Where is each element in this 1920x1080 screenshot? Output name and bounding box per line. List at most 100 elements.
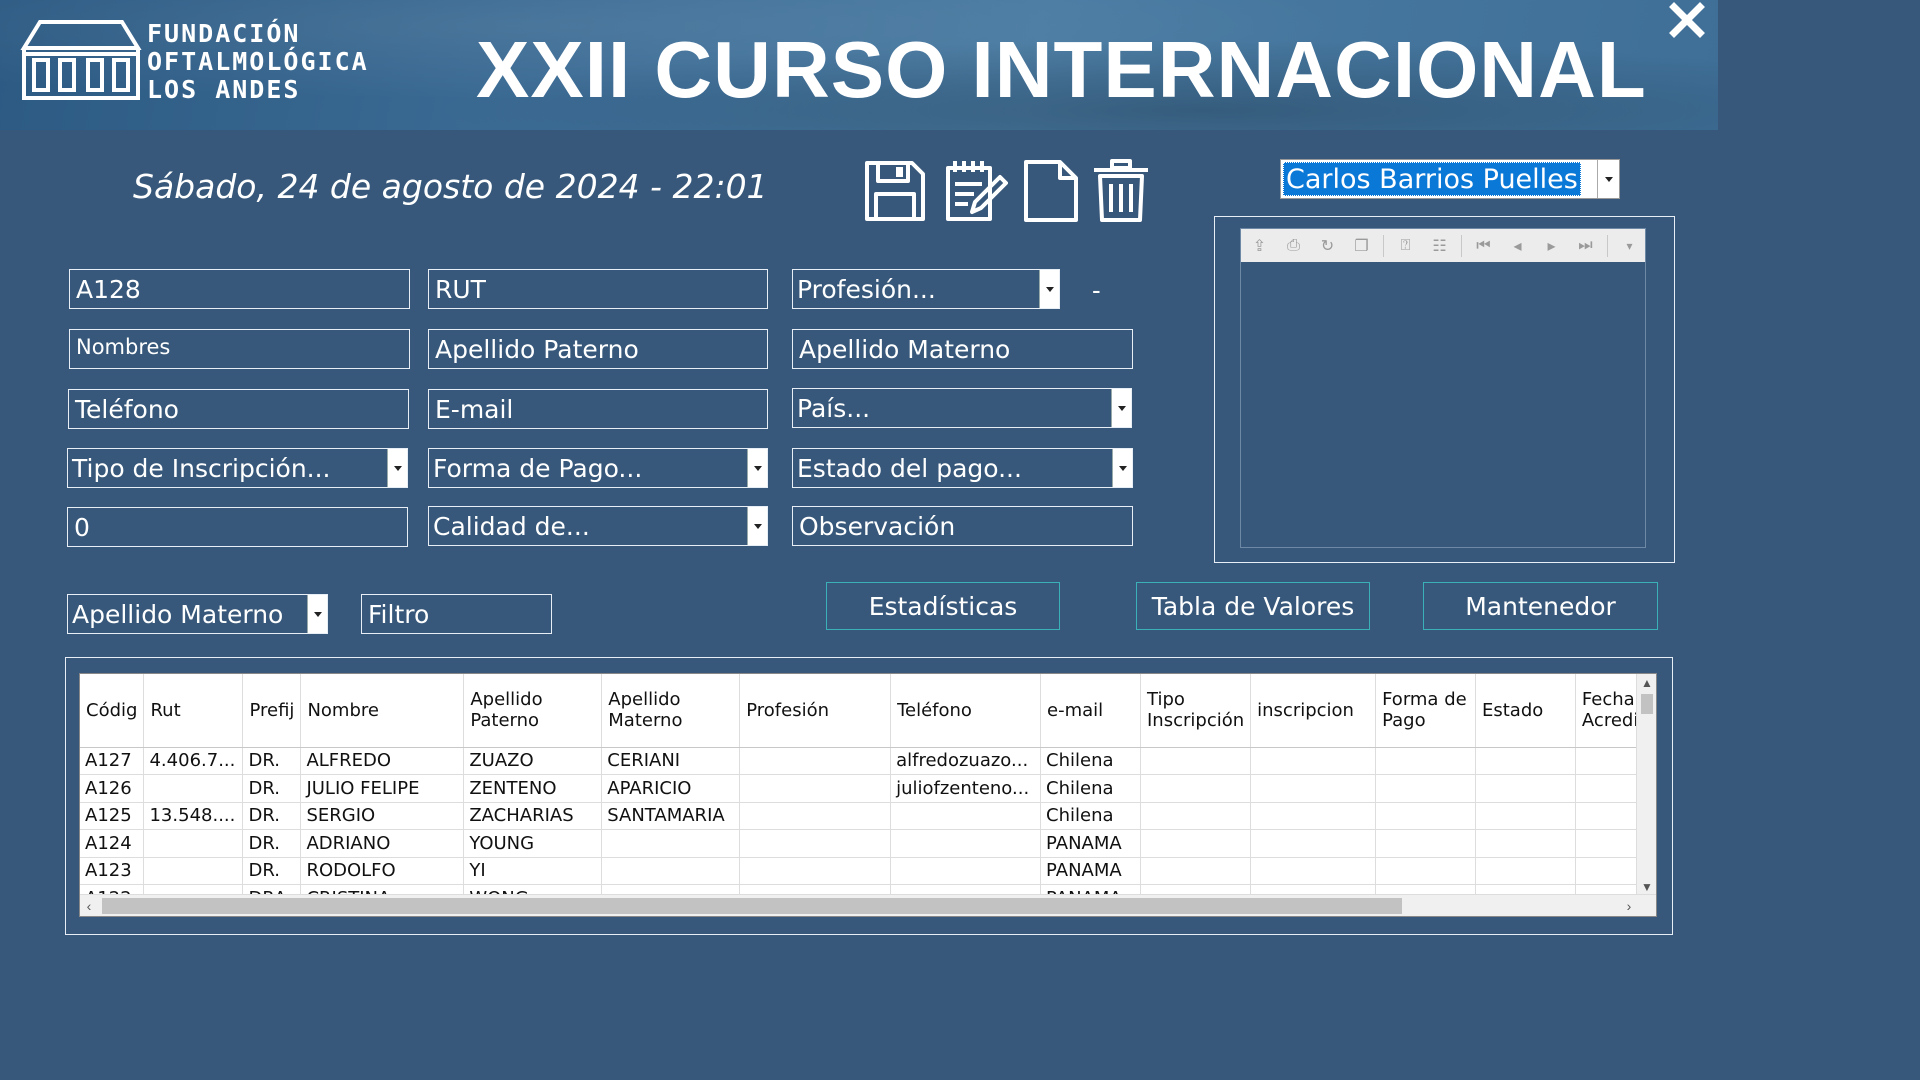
table-cell[interactable]: DR. [242,857,302,885]
table-cell[interactable]: SANTAMARIA [601,802,741,830]
monto-field[interactable]: 0 [67,507,408,547]
codigo-field[interactable]: A128 [69,269,410,309]
table-cell[interactable]: DR. [242,747,302,775]
email-field[interactable]: E-mail [428,389,768,429]
table-cell[interactable]: ZUAZO [463,747,603,775]
table-cell[interactable]: 4.406.7... [143,747,244,775]
table-cell[interactable] [601,829,741,858]
edit-icon[interactable] [942,158,1008,224]
table-cell[interactable]: JULIO FELIPE [300,774,465,803]
table-row[interactable]: A123 DR. RODOLFO YI PANAMA [80,857,1656,885]
table-cell[interactable]: RODOLFO [300,857,465,885]
chevron-down-icon[interactable] [747,507,767,545]
column-header[interactable]: Códig [80,674,145,748]
table-cell[interactable] [739,857,892,885]
column-header[interactable]: Nombre [300,674,465,748]
delete-icon[interactable] [1088,158,1154,224]
table-cell[interactable] [890,857,1042,885]
table-cell[interactable]: YI [463,857,603,885]
table-cell[interactable]: A123 [80,857,145,885]
table-cell[interactable] [1250,857,1377,885]
last-page-icon[interactable]: ⏭ [1573,233,1598,258]
chevron-down-icon[interactable] [1597,160,1619,198]
scroll-left-icon[interactable]: ‹ [80,895,98,916]
user-select[interactable]: Carlos Barrios Puelles [1280,159,1620,199]
observacion-field[interactable]: Observación [792,506,1133,546]
table-cell[interactable] [1140,747,1252,775]
export-icon[interactable]: ⇪ [1247,233,1272,258]
close-icon[interactable] [1665,0,1709,44]
table-cell[interactable] [1375,747,1476,775]
calidad-select[interactable]: Calidad de... [428,506,768,546]
tabla-valores-button[interactable]: Tabla de Valores [1136,582,1370,630]
column-header[interactable]: inscripcion [1250,674,1377,748]
vertical-scrollbar[interactable]: ▲ ▼ [1636,674,1656,896]
table-cell[interactable] [1140,857,1252,885]
table-cell[interactable]: ALFREDO [300,747,465,775]
copy-icon[interactable]: ❐ [1349,233,1374,258]
chevron-down-icon[interactable] [1111,389,1131,427]
table-cell[interactable] [143,857,244,885]
table-cell[interactable]: DR. [242,774,302,803]
table-cell[interactable]: A127 [80,747,145,775]
column-header[interactable]: Teléfono [890,674,1042,748]
refresh-icon[interactable]: ↻ [1315,233,1340,258]
table-cell[interactable] [143,829,244,858]
table-cell[interactable] [1475,802,1576,830]
table-cell[interactable]: alfredozuazo... [890,747,1042,775]
tree-icon[interactable]: ☷ [1427,233,1452,258]
save-icon[interactable] [862,158,928,224]
forma-pago-select[interactable]: Forma de Pago... [428,448,768,488]
table-cell[interactable] [1250,747,1377,775]
tipo-inscripcion-select[interactable]: Tipo de Inscripción... [67,448,408,488]
telefono-field[interactable]: Teléfono [68,389,409,429]
scrollbar-thumb[interactable] [102,898,1402,914]
toolbar-overflow-icon[interactable]: ▾ [1617,233,1642,258]
table-cell[interactable]: Chilena [1040,774,1141,803]
column-header[interactable]: Apellido Materno [601,674,741,748]
pais-select[interactable]: País... [792,388,1132,428]
table-row[interactable]: A124 DR. ADRIANO YOUNG PANAMA [80,829,1656,858]
filter-field-select[interactable]: Apellido Materno [67,594,328,634]
table-cell[interactable]: A124 [80,829,145,858]
table-cell[interactable]: Chilena [1040,802,1141,830]
filter-input[interactable]: Filtro [361,594,552,634]
table-cell[interactable] [1140,774,1252,803]
table-cell[interactable] [739,747,892,775]
table-cell[interactable] [1475,857,1576,885]
first-page-icon[interactable]: ⏮ [1471,233,1496,258]
table-cell[interactable] [890,829,1042,858]
table-cell[interactable]: DR. [242,802,302,830]
table-row[interactable]: A125 13.548.... DR. SERGIO ZACHARIAS SANTAMAR… [80,802,1656,830]
print-icon[interactable]: ⎙ [1281,233,1306,258]
chevron-down-icon[interactable] [387,449,407,487]
column-header[interactable]: Prefij [242,674,302,748]
table-cell[interactable] [1475,829,1576,858]
profesion-select[interactable]: Profesión... [792,269,1060,309]
table-cell[interactable]: ZACHARIAS [463,802,603,830]
table-cell[interactable] [739,829,892,858]
chevron-down-icon[interactable] [307,595,327,633]
table-row[interactable]: A126 DR. JULIO FELIPE ZENTENO APARICIO juliof… [80,774,1656,803]
chevron-down-icon[interactable] [1039,270,1059,308]
help-icon[interactable]: ⍰ [1393,233,1418,258]
table-cell[interactable]: juliofzenteno... [890,774,1042,803]
table-cell[interactable]: ZENTENO [463,774,603,803]
table-cell[interactable]: PANAMA [1040,829,1141,858]
table-cell[interactable] [143,774,244,803]
chevron-down-icon[interactable] [1112,449,1132,487]
table-cell[interactable] [1250,802,1377,830]
estadisticas-button[interactable]: Estadísticas [826,582,1060,630]
table-cell[interactable] [1375,802,1476,830]
column-header[interactable]: Forma de Pago [1375,674,1476,748]
table-cell[interactable] [1250,829,1377,858]
table-cell[interactable] [1140,802,1252,830]
estado-pago-select[interactable]: Estado del pago... [792,448,1133,488]
column-header[interactable]: Tipo Inscripción [1140,674,1252,748]
table-cell[interactable]: ADRIANO [300,829,465,858]
chevron-down-icon[interactable] [747,449,767,487]
table-cell[interactable] [601,857,741,885]
previous-page-icon[interactable]: ◂ [1505,233,1530,258]
table-cell[interactable]: A126 [80,774,145,803]
table-cell[interactable]: 13.548.... [143,802,244,830]
